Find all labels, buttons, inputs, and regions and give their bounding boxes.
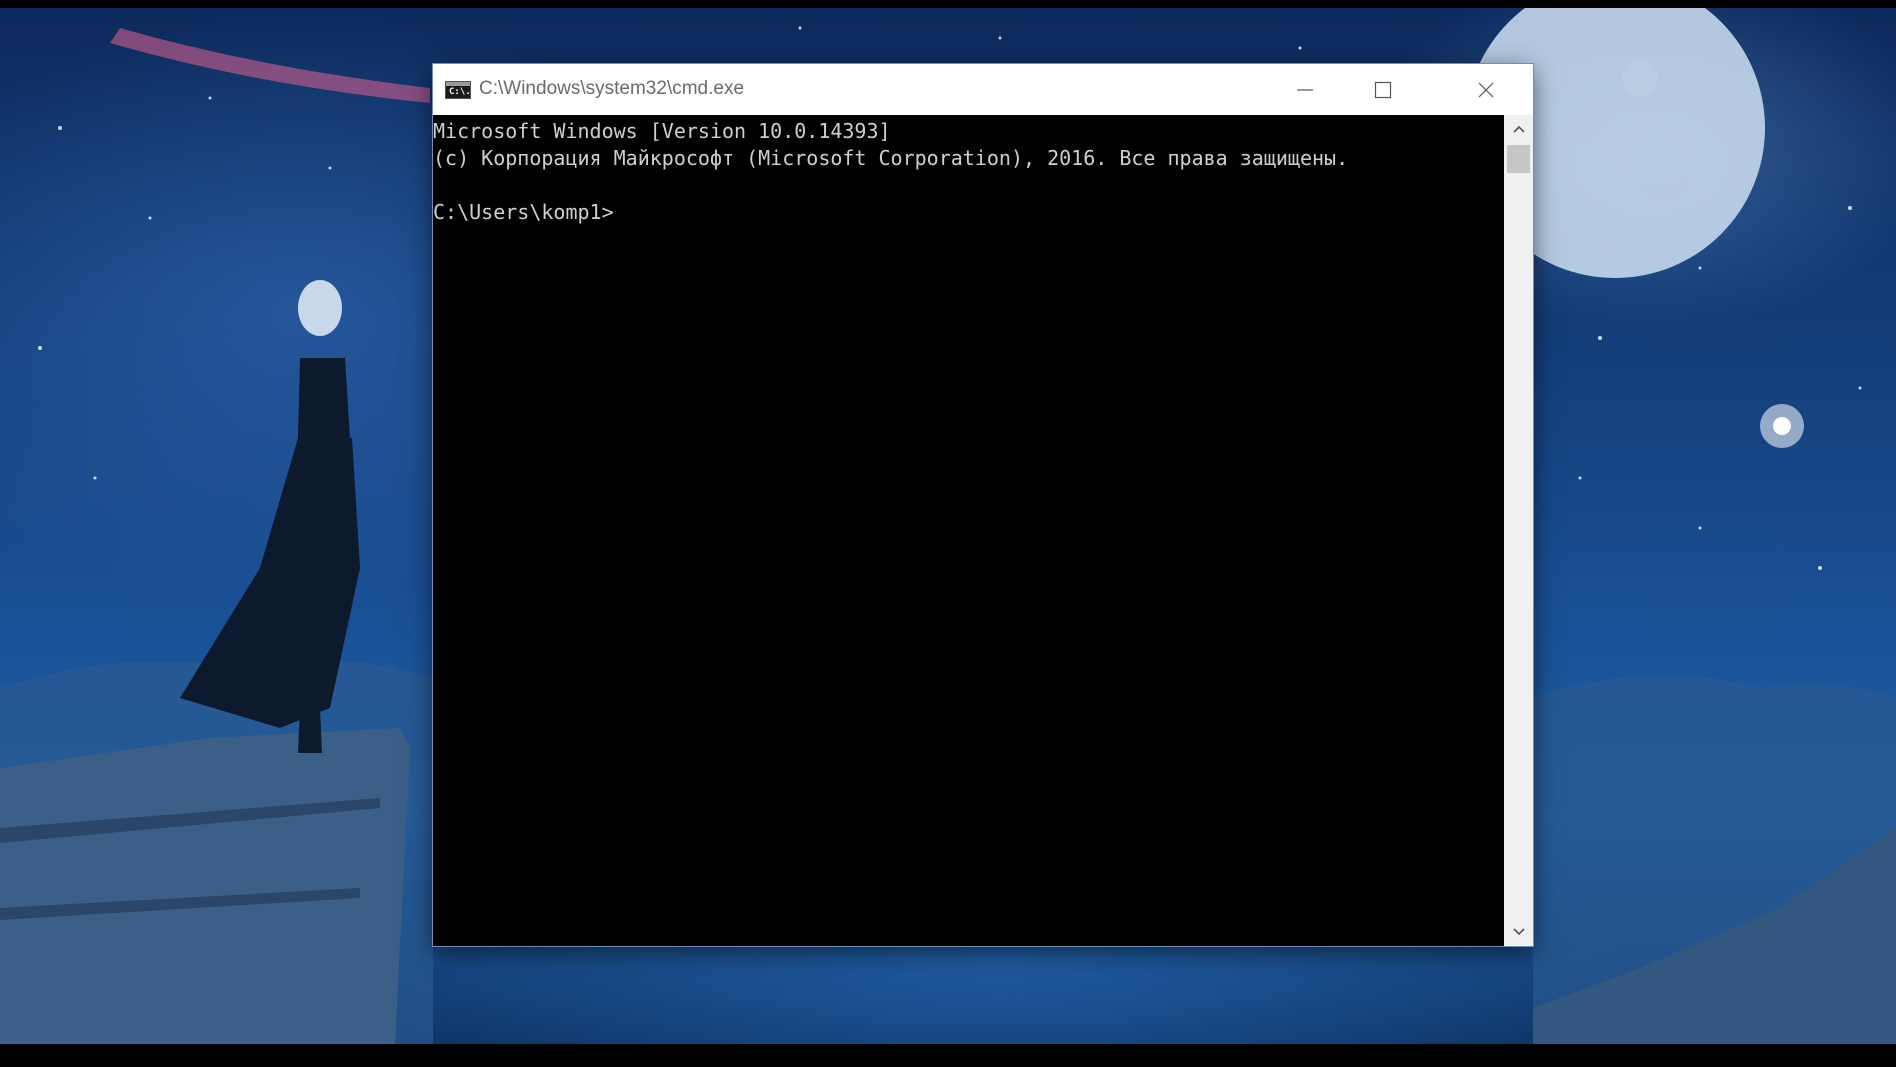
command-prompt[interactable]: C:\Users\komp1> <box>433 199 614 226</box>
console-line: Microsoft Windows [Version 10.0.14393] <box>433 118 891 145</box>
window-title: C:\Windows\system32\cmd.exe <box>479 77 744 101</box>
close-button[interactable] <box>1438 64 1533 115</box>
close-icon <box>1477 81 1495 99</box>
scroll-thumb[interactable] <box>1507 145 1530 173</box>
console-line: (c) Корпорация Майкрософт (Microsoft Cor… <box>433 145 1348 172</box>
title-bar[interactable]: C:\. C:\Windows\system32\cmd.exe <box>433 64 1533 115</box>
scroll-down-button[interactable] <box>1504 918 1533 946</box>
chevron-down-icon <box>1512 927 1526 937</box>
chevron-up-icon <box>1512 124 1526 134</box>
vertical-scrollbar[interactable] <box>1504 115 1533 946</box>
maximize-icon <box>1374 81 1392 99</box>
cmd-icon[interactable]: C:\. <box>445 81 471 99</box>
cmd-icon-label: C:\. <box>449 86 471 98</box>
cmd-window: C:\. C:\Windows\system32\cmd.exe <box>433 64 1533 946</box>
console-output[interactable]: Microsoft Windows [Version 10.0.14393] (… <box>433 115 1504 946</box>
maximize-button[interactable] <box>1344 64 1422 115</box>
minimize-button[interactable] <box>1266 64 1344 115</box>
minimize-icon <box>1296 81 1314 99</box>
scroll-up-button[interactable] <box>1504 115 1533 143</box>
desktop: C:\. C:\Windows\system32\cmd.exe <box>0 0 1896 1067</box>
